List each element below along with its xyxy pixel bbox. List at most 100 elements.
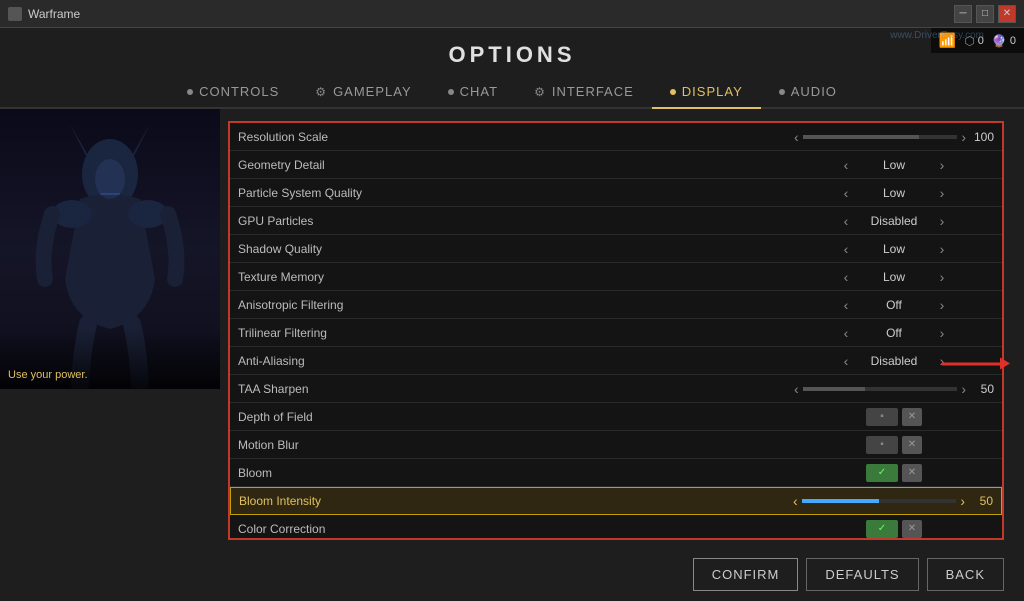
toggle-dof[interactable]: ▪ ✕ [866,408,922,426]
setting-row-anisotropic: Anisotropic Filtering ‹ Off › [230,291,1002,319]
slider-track[interactable] [803,387,958,391]
arrow-left[interactable]: ‹ [839,353,853,369]
arrow-right[interactable]: › [935,325,949,341]
arrow-select-anti-aliasing[interactable]: ‹ Disabled › [839,353,949,369]
setting-row-gpu-particles: GPU Particles ‹ Disabled › [230,207,1002,235]
tab-interface[interactable]: ⚙ INTERFACE [516,76,652,109]
tab-audio-label: AUDIO [791,84,837,99]
close-button[interactable]: ✕ [998,5,1016,23]
arrow-value: Disabled [859,214,929,228]
toggle-indicator: ▪ [880,439,884,450]
arrow-select-gpu-particles[interactable]: ‹ Disabled › [839,213,949,229]
slider-value: 50 [969,494,993,508]
confirm-button[interactable]: CONFIRM [693,558,799,591]
arrow-select-shadow-quality[interactable]: ‹ Low › [839,241,949,257]
arrow-value: Off [859,326,929,340]
toggle-x-btn[interactable]: ✕ [902,520,922,538]
tab-interface-icon: ⚙ [534,85,546,99]
arrow-left[interactable]: ‹ [839,157,853,173]
arrow-right[interactable]: › [935,297,949,313]
toggle-color-correction[interactable]: ✓ ✕ [866,520,922,538]
slider-left-arrow[interactable]: ‹ [794,381,799,397]
toggle-indicator: ▪ [880,411,884,422]
arrow-value: Low [859,186,929,200]
slider-resolution-scale[interactable]: ‹ › 100 [794,129,994,145]
setting-label-dof: Depth of Field [238,410,794,424]
tab-controls-icon [187,89,193,95]
page-title: OPTIONS [0,28,1024,76]
red-arrow [942,362,1002,365]
toggle-x-btn[interactable]: ✕ [902,408,922,426]
tab-gameplay[interactable]: ⚙ GAMEPLAY [297,76,429,109]
toggle-bloom[interactable]: ✓ ✕ [866,464,922,482]
setting-control-anisotropic: ‹ Off › [794,297,994,313]
slider-bloom-intensity[interactable]: ‹ › 50 [793,493,993,509]
slider-right-arrow[interactable]: › [961,129,966,145]
setting-label-motion-blur: Motion Blur [238,438,794,452]
toggle-x-btn[interactable]: ✕ [902,436,922,454]
tab-display-icon [670,89,676,95]
arrow-left[interactable]: ‹ [839,297,853,313]
arrow-left[interactable]: ‹ [839,269,853,285]
arrow-left[interactable]: ‹ [839,185,853,201]
arrow-right[interactable]: › [935,185,949,201]
toggle-off-btn[interactable]: ▪ [866,436,898,454]
setting-control-bloom-intensity: ‹ › 50 [793,493,993,509]
toggle-on-btn[interactable]: ✓ [866,464,898,482]
arrow-select-trilinear[interactable]: ‹ Off › [839,325,949,341]
arrow-right[interactable]: › [935,353,949,369]
setting-row-dof: Depth of Field ▪ ✕ [230,403,1002,431]
slider-track[interactable] [803,135,958,139]
slider-track[interactable] [802,499,957,503]
setting-control-bloom: ✓ ✕ [794,464,994,482]
setting-row-color-correction: Color Correction ✓ ✕ [230,515,1002,540]
setting-label-anti-aliasing: Anti-Aliasing [238,354,794,368]
tab-audio[interactable]: AUDIO [761,76,855,109]
tab-chat[interactable]: CHAT [430,76,516,109]
settings-panel[interactable]: Resolution Scale ‹ › 100 Geometry Detail [228,121,1004,540]
setting-row-particle-quality: Particle System Quality ‹ Low › [230,179,1002,207]
slider-right-arrow[interactable]: › [960,493,965,509]
setting-label-bloom-intensity: Bloom Intensity [239,494,793,508]
arrow-annotation [942,362,1002,365]
slider-left-arrow[interactable]: ‹ [793,493,798,509]
arrow-value: Low [859,158,929,172]
setting-row-anti-aliasing: Anti-Aliasing ‹ Disabled › [230,347,1002,375]
tab-controls-label: CONTROLS [199,84,279,99]
tab-controls[interactable]: CONTROLS [169,76,297,109]
setting-label-resolution-scale: Resolution Scale [238,130,794,144]
slider-taa-sharpen[interactable]: ‹ › 50 [794,381,994,397]
body-area: Use your power. Resolution Scale ‹ › 100 [0,109,1024,548]
back-button[interactable]: BACK [927,558,1004,591]
toggle-motion-blur[interactable]: ▪ ✕ [866,436,922,454]
arrow-left[interactable]: ‹ [839,325,853,341]
maximize-button[interactable]: □ [976,5,994,23]
slider-fill [803,387,865,391]
arrow-right[interactable]: › [935,241,949,257]
arrow-right[interactable]: › [935,269,949,285]
bottom-bar: CONFIRM DEFAULTS BACK [0,548,1024,601]
app-title: Warframe [28,7,80,21]
toggle-on-btn[interactable]: ✓ [866,520,898,538]
arrow-select-geometry-detail[interactable]: ‹ Low › [839,157,949,173]
slider-left-arrow[interactable]: ‹ [794,129,799,145]
tab-gameplay-label: GAMEPLAY [333,84,412,99]
network-icon: 📶 [939,32,956,49]
arrow-select-texture-memory[interactable]: ‹ Low › [839,269,949,285]
arrow-select-particle-quality[interactable]: ‹ Low › [839,185,949,201]
arrow-select-anisotropic[interactable]: ‹ Off › [839,297,949,313]
slider-fill [802,499,879,503]
arrow-left[interactable]: ‹ [839,213,853,229]
tab-display[interactable]: DISPLAY [652,76,761,109]
minimize-button[interactable]: ─ [954,5,972,23]
defaults-button[interactable]: DEFAULTS [806,558,918,591]
arrow-value: Off [859,298,929,312]
setting-row-taa-sharpen: TAA Sharpen ‹ › 50 [230,375,1002,403]
arrow-left[interactable]: ‹ [839,241,853,257]
arrow-right[interactable]: › [935,157,949,173]
toggle-off-btn[interactable]: ▪ [866,408,898,426]
slider-right-arrow[interactable]: › [961,381,966,397]
platinum-icon: ⬡ [964,34,974,48]
toggle-x-btn[interactable]: ✕ [902,464,922,482]
arrow-right[interactable]: › [935,213,949,229]
